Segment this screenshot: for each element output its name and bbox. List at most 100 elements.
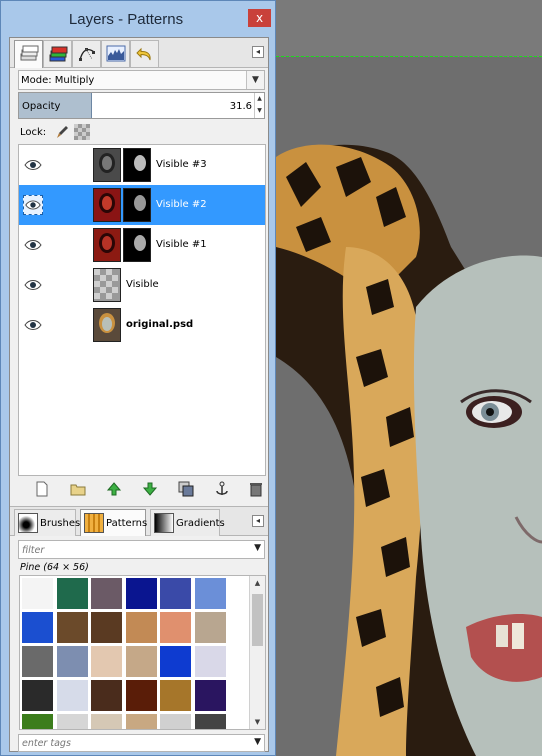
histogram-icon [106,45,126,62]
close-button[interactable]: x [248,9,271,27]
layer-row-selected[interactable]: Visible #2 [19,185,265,225]
layer-name[interactable]: Visible #2 [156,199,207,210]
layer-name[interactable]: original.psd [126,319,193,330]
opacity-spinner[interactable]: ▲ ▼ [254,93,264,118]
pattern-swatch[interactable] [55,679,89,712]
layer-thumbnail[interactable] [93,148,121,182]
layer-name[interactable]: Visible [126,279,159,290]
layer-row[interactable]: Visible #1 [19,225,265,265]
layer-thumbnail[interactable] [93,308,121,342]
pattern-swatch[interactable] [90,713,123,729]
chevron-down-icon[interactable]: ▼ [246,71,264,89]
image-canvas[interactable] [276,0,542,756]
opacity-value: 31.6 [229,101,252,112]
lock-alpha-checker-icon[interactable] [74,124,90,140]
pattern-swatch[interactable] [90,679,123,712]
lock-label: Lock: [20,127,47,138]
layer-row[interactable]: Visible #3 [19,145,265,185]
pattern-swatch[interactable] [193,713,227,729]
raise-layer-icon[interactable] [106,481,122,497]
new-layer-icon[interactable] [34,481,50,497]
pattern-swatch[interactable] [21,679,54,712]
layer-list[interactable]: Visible #3 Visible #2 Visible #1 Visible [18,144,266,476]
lock-pixels-brush-icon[interactable] [54,124,70,140]
pattern-swatch[interactable] [193,577,227,610]
pattern-swatch[interactable] [193,645,227,678]
scroll-up-icon[interactable]: ▲ [250,576,265,590]
opacity-slider[interactable]: Opacity 31.6 ▲ ▼ [18,92,265,119]
scroll-down-icon[interactable]: ▼ [250,715,265,729]
pattern-swatch[interactable] [159,679,192,712]
layer-thumbnail[interactable] [93,228,121,262]
layer-mask-thumbnail[interactable] [123,148,151,182]
pattern-scrollbar[interactable]: ▲ ▼ [249,576,265,729]
tab-menu-button[interactable]: ◂ [252,515,264,527]
channels-icon [49,46,68,62]
pattern-swatch[interactable] [55,645,89,678]
pattern-swatch[interactable] [55,713,89,729]
pattern-swatch[interactable] [90,645,123,678]
pattern-swatch[interactable] [124,679,158,712]
tab-channels[interactable] [43,40,72,67]
duplicate-layer-icon[interactable] [178,481,194,497]
mode-combo[interactable]: Mode: Multiply ▼ [18,70,265,90]
pattern-swatch[interactable] [90,577,123,610]
layer-mask-thumbnail[interactable] [123,228,151,262]
pattern-swatch[interactable] [159,645,192,678]
scrollbar-thumb[interactable] [252,594,263,646]
tab-layers[interactable] [14,40,43,68]
pattern-swatch[interactable] [124,645,158,678]
tab-patterns[interactable]: Patterns [80,509,147,536]
tab-histogram[interactable] [101,40,130,67]
pattern-swatch[interactable] [55,577,89,610]
paths-icon [79,48,95,61]
anchor-layer-icon[interactable] [214,481,230,497]
layer-thumbnail[interactable] [93,188,121,222]
eye-visibility-icon[interactable] [23,315,43,335]
layer-mask-thumbnail[interactable] [123,188,151,222]
chevron-down-icon[interactable]: ▼ [254,737,261,747]
new-layer-group-icon[interactable] [70,481,86,497]
pattern-swatch[interactable] [90,611,123,644]
layer-row[interactable]: original.psd [19,305,265,345]
pattern-grid[interactable]: ▲ ▼ [19,575,266,730]
chevron-down-icon[interactable]: ▼ [254,543,261,553]
tags-input[interactable]: enter tags ▼ [18,734,265,752]
layer-name[interactable]: Visible #3 [156,159,207,170]
tab-paths[interactable] [72,40,101,67]
undo-icon [136,47,151,61]
layers-toolbar [18,478,266,500]
eye-visibility-icon[interactable] [23,275,43,295]
layer-name[interactable]: Visible #1 [156,239,207,250]
eye-visibility-icon[interactable] [23,195,43,215]
top-tab-strip: ◂ [10,38,268,68]
lower-layer-icon[interactable] [142,481,158,497]
layer-row[interactable]: Visible [19,265,265,305]
pattern-filter-combo[interactable]: filter ▼ [18,540,265,559]
pattern-swatch[interactable] [21,611,54,644]
pattern-swatch[interactable] [159,713,192,729]
pattern-swatch[interactable] [55,611,89,644]
pattern-swatch[interactable] [124,577,158,610]
delete-layer-icon[interactable] [248,481,264,497]
eye-visibility-icon[interactable] [23,235,43,255]
tab-undo-history[interactable] [130,40,159,67]
eye-visibility-icon[interactable] [23,155,43,175]
pattern-swatch[interactable] [193,611,227,644]
pattern-swatch[interactable] [193,679,227,712]
selected-pattern-name: Pine (64 × 56) [20,562,89,573]
pattern-swatch[interactable] [124,713,158,729]
pattern-swatch[interactable] [124,611,158,644]
pattern-swatch[interactable] [21,645,54,678]
tab-menu-button[interactable]: ◂ [252,46,264,58]
pattern-swatch[interactable] [159,611,192,644]
brush-swatch-icon [18,513,38,533]
tab-brushes[interactable]: Brushes [14,509,80,536]
tags-placeholder: enter tags [22,738,71,749]
tab-gradients[interactable]: Gradients [150,509,225,536]
pattern-swatch[interactable] [21,713,54,729]
window-titlebar[interactable]: Layers - Patterns x [1,1,275,37]
pattern-swatch[interactable] [21,577,54,610]
layer-thumbnail[interactable] [93,268,121,302]
pattern-swatch[interactable] [159,577,192,610]
